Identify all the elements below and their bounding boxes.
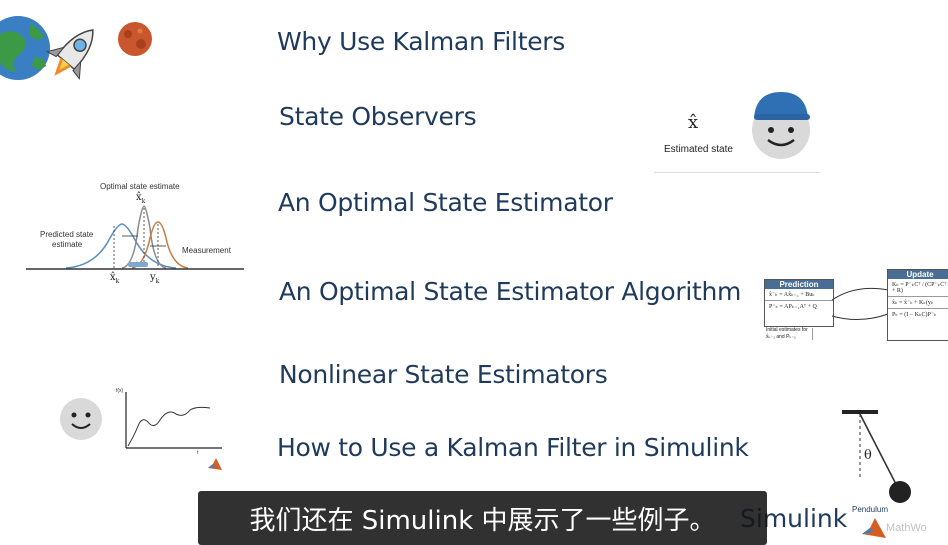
pendulum-label: Pendulum: [852, 505, 889, 514]
plot-y-label: f(x): [116, 388, 124, 394]
nonlinear-plot: [125, 392, 222, 449]
y-subscript: k: [155, 278, 160, 285]
menu-item-why-use-kalman-filters[interactable]: Why Use Kalman Filters: [277, 27, 565, 56]
observer-illustration: x̂ Estimated state: [654, 88, 820, 176]
y-measurement-label: yk: [150, 272, 159, 285]
matlab-logo-icon: [208, 458, 222, 470]
initial-line-1: Initial estimates for: [766, 327, 808, 333]
initial-estimates-note: Initial estimates for x̂ₖ₋₁ and Pₖ₋₁: [766, 327, 808, 341]
menu-item-optimal-state-estimator[interactable]: An Optimal State Estimator: [278, 188, 613, 217]
smiley-face-icon: [60, 398, 102, 440]
update-eq-1: Kₖ = P⁻ₖCᵀ / (CP⁻ₖCᵀ + R): [888, 279, 948, 297]
mars-icon: [118, 22, 152, 56]
update-title: Update: [888, 270, 948, 279]
divider-line: [654, 172, 820, 173]
menu-item-optimal-state-estimator-algorithm[interactable]: An Optimal State Estimator Algorithm: [279, 277, 741, 306]
gaussian-figure: Optimal state estimate x̂k Predicted sta…: [26, 178, 248, 290]
gaussian-curves: [26, 205, 244, 270]
mathworks-watermark: MathWo: [886, 522, 927, 534]
smiley-face-cap-icon: [752, 92, 810, 159]
rocket-icon: [45, 29, 94, 80]
initial-line-2: x̂ₖ₋₁ and Pₖ₋₁: [766, 334, 796, 340]
estimated-state-symbol: x̂: [688, 112, 699, 133]
update-eq-2: x̂ₖ = x̂⁻ₖ + Kₖ(yₖ: [888, 297, 948, 309]
pendulum-angle-label: θ: [864, 448, 872, 463]
xhat-bottom-label: x̂k: [110, 272, 119, 285]
estimated-state-label: Estimated state: [664, 144, 733, 155]
pendulum-illustration: [842, 410, 911, 503]
menu-item-kalman-filter-simulink[interactable]: How to Use a Kalman Filter in Simulink: [277, 433, 749, 462]
matlab-logo-pendulum-icon: [862, 518, 886, 538]
menu-item-nonlinear-state-estimators[interactable]: Nonlinear State Estimators: [279, 360, 608, 389]
update-box: Update Kₖ = P⁻ₖCᵀ / (CP⁻ₖCᵀ + R) x̂ₖ = x…: [887, 269, 948, 341]
menu-item-state-observers[interactable]: State Observers: [279, 102, 477, 131]
algorithm-arrows: [812, 287, 889, 340]
video-subtitle: 我们还在 Simulink 中展示了一些例子。: [198, 491, 767, 545]
xhat-bottom-subscript: k: [115, 278, 120, 285]
plot-x-label: t: [197, 450, 199, 456]
update-eq-3: Pₖ = (I − KₖC)P⁻ₖ: [892, 312, 937, 318]
